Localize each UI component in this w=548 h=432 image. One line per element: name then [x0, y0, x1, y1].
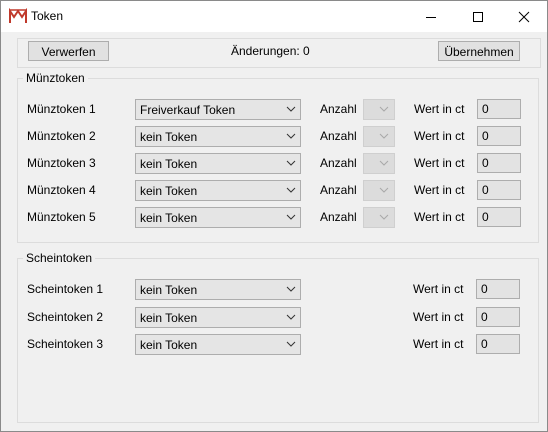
coin-token-label: Münztoken 3 [27, 156, 96, 170]
value-label: Wert in ct [414, 210, 465, 224]
count-select[interactable] [363, 126, 395, 147]
value-label: Wert in ct [413, 282, 464, 296]
value-input[interactable]: 0 [477, 180, 521, 200]
select-value: kein Token [140, 130, 198, 144]
chevron-down-icon [286, 106, 296, 112]
minimize-icon[interactable] [408, 1, 454, 32]
count-select[interactable] [363, 207, 395, 228]
apply-button[interactable]: Übernehmen [438, 41, 520, 61]
chevron-down-icon [286, 187, 296, 193]
chevron-down-icon [286, 341, 296, 347]
value-input-value: 0 [482, 156, 489, 170]
count-label: Anzahl [320, 156, 357, 170]
coin-token-label: Münztoken 4 [27, 183, 96, 197]
coin-token-label: Münztoken 2 [27, 129, 96, 143]
coin-token-label: Münztoken 5 [27, 210, 96, 224]
note-token-select[interactable]: kein Token [135, 334, 301, 355]
count-label: Anzahl [320, 129, 357, 143]
count-select[interactable] [363, 180, 395, 201]
value-label: Wert in ct [414, 129, 465, 143]
chevron-down-icon [379, 187, 389, 193]
coin-token-select[interactable]: kein Token [135, 207, 301, 228]
chevron-down-icon [286, 214, 296, 220]
chevron-down-icon [379, 160, 389, 166]
chevron-down-icon [286, 133, 296, 139]
value-input-value: 0 [481, 337, 488, 351]
value-input[interactable]: 0 [476, 334, 520, 354]
note-token-select[interactable]: kein Token [135, 279, 301, 300]
select-value: kein Token [140, 283, 198, 297]
value-input[interactable]: 0 [476, 279, 520, 299]
select-value: kein Token [140, 157, 198, 171]
value-input[interactable]: 0 [477, 153, 521, 173]
coin-token-select[interactable]: kein Token [135, 153, 301, 174]
close-icon[interactable] [501, 1, 547, 32]
select-value: kein Token [140, 211, 198, 225]
maximize-icon[interactable] [455, 1, 501, 32]
value-input-value: 0 [482, 129, 489, 143]
select-value: kein Token [140, 184, 198, 198]
value-input[interactable]: 0 [477, 126, 521, 146]
select-value: kein Token [140, 311, 198, 325]
value-label: Wert in ct [414, 156, 465, 170]
value-input-value: 0 [481, 282, 488, 296]
chevron-down-icon [379, 133, 389, 139]
value-label: Wert in ct [414, 183, 465, 197]
chevron-down-icon [379, 214, 389, 220]
select-value: kein Token [140, 338, 198, 352]
coin-token-label: Münztoken 1 [27, 102, 96, 116]
count-label: Anzahl [320, 102, 357, 116]
count-select[interactable] [363, 99, 395, 120]
value-input[interactable]: 0 [477, 99, 521, 119]
value-input-value: 0 [481, 310, 488, 324]
coin-token-select[interactable]: kein Token [135, 180, 301, 201]
value-input[interactable]: 0 [477, 207, 521, 227]
value-label: Wert in ct [413, 337, 464, 351]
note-token-label: Scheintoken 3 [27, 337, 104, 351]
discard-button[interactable]: Verwerfen [28, 41, 109, 61]
chevron-down-icon [286, 314, 296, 320]
value-input[interactable]: 0 [476, 307, 520, 327]
token-window: Token Verwerfen Änderungen: 0 Übernehmen… [0, 0, 548, 432]
select-value: Freiverkauf Token [140, 103, 236, 117]
app-logo-icon [9, 7, 27, 25]
count-select[interactable] [363, 153, 395, 174]
count-label: Anzahl [320, 183, 357, 197]
value-input-value: 0 [482, 102, 489, 116]
count-label: Anzahl [320, 210, 357, 224]
note-token-label: Scheintoken 2 [27, 310, 104, 324]
coin-token-group-title: Münztoken [23, 71, 88, 85]
note-token-label: Scheintoken 1 [27, 282, 104, 296]
coin-token-select[interactable]: Freiverkauf Token [135, 99, 301, 120]
coin-token-select[interactable]: kein Token [135, 126, 301, 147]
value-label: Wert in ct [414, 102, 465, 116]
chevron-down-icon [379, 106, 389, 112]
changes-counter: Änderungen: 0 [231, 44, 310, 58]
note-token-group-title: Scheintoken [23, 251, 96, 265]
value-label: Wert in ct [413, 310, 464, 324]
value-input-value: 0 [482, 183, 489, 197]
chevron-down-icon [286, 286, 296, 292]
note-token-select[interactable]: kein Token [135, 307, 301, 328]
value-input-value: 0 [482, 210, 489, 224]
title-bar[interactable]: Token [1, 1, 547, 32]
window-title: Token [31, 9, 64, 23]
chevron-down-icon [286, 160, 296, 166]
